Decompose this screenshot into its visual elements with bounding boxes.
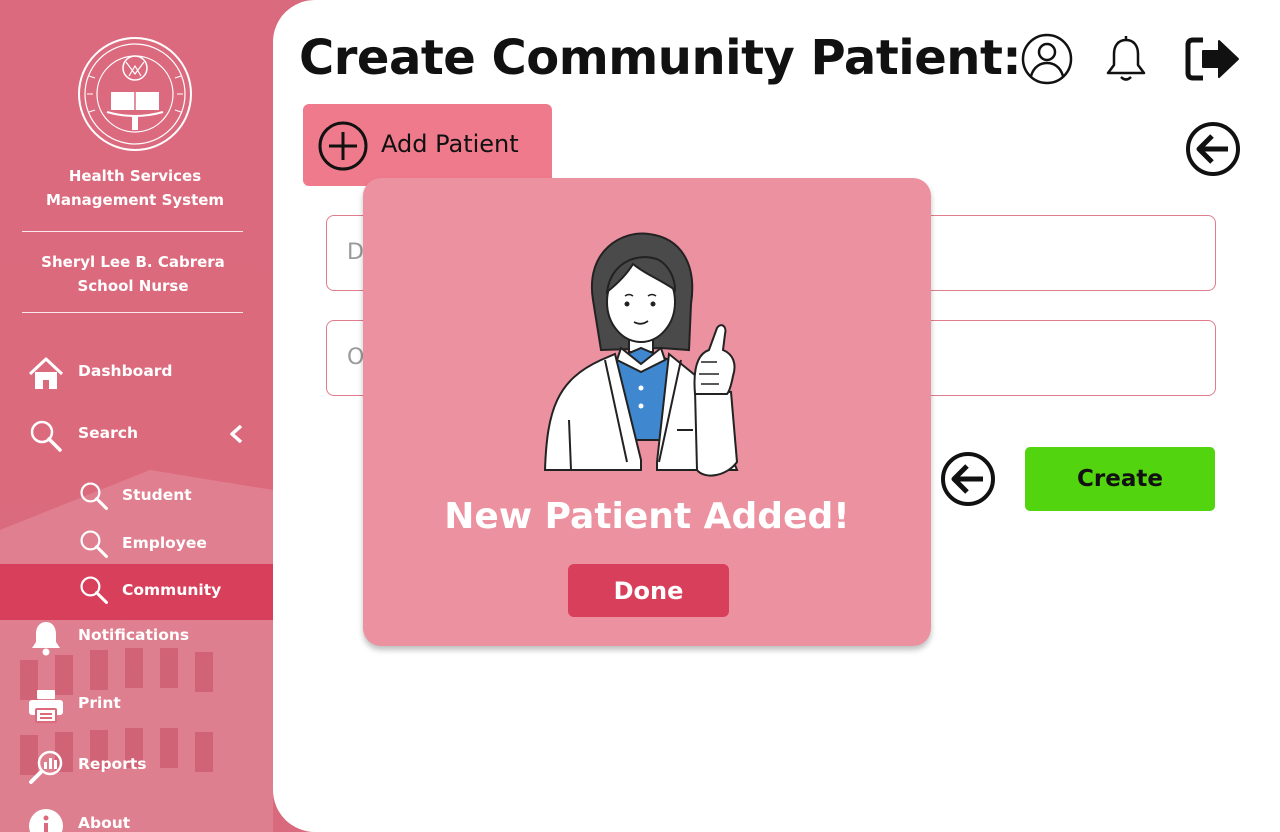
sidebar-item-community[interactable]: Community	[0, 564, 273, 620]
success-modal: New Patient Added! Done	[363, 178, 931, 646]
tab-label: Add Patient	[381, 130, 519, 158]
sidebar-item-about[interactable]: About	[0, 802, 273, 832]
sidebar-item-employee[interactable]: Employee	[0, 522, 273, 566]
printer-icon	[29, 690, 63, 723]
search-icon	[80, 530, 108, 558]
profile-icon[interactable]	[1020, 32, 1074, 86]
search-icon	[80, 482, 108, 510]
tab-add-patient[interactable]: Add Patient	[303, 104, 552, 186]
sidebar-item-search[interactable]: Search	[0, 412, 273, 456]
sidebar-item-label: Dashboard	[78, 362, 173, 380]
sidebar-item-notifications[interactable]: Notifications	[0, 614, 273, 658]
home-icon	[28, 357, 64, 389]
system-name-line2: Management System	[45, 191, 225, 209]
sidebar-item-reports[interactable]: Reports	[0, 743, 273, 787]
reports-icon	[29, 750, 63, 784]
success-message: New Patient Added!	[444, 496, 850, 537]
sidebar-item-label: Reports	[78, 755, 147, 773]
sidebar-item-label: Student	[122, 486, 192, 504]
sidebar-item-dashboard[interactable]: Dashboard	[0, 350, 273, 394]
logout-icon[interactable]	[1185, 32, 1241, 86]
sidebar-item-print[interactable]: Print	[0, 682, 273, 726]
back-arrow-icon[interactable]	[940, 451, 996, 507]
sidebar-item-label: Notifications	[78, 626, 190, 644]
plus-circle-icon	[318, 121, 368, 171]
sidebar-item-label: Print	[78, 694, 121, 712]
user-info: Sheryl Lee B. Cabrera School Nurse	[0, 250, 266, 298]
sidebar: Health Services Management System Sheryl…	[0, 0, 273, 832]
sidebar-item-student[interactable]: Student	[0, 474, 273, 518]
divider	[22, 231, 243, 232]
page-title: Create Community Patient:	[299, 30, 1022, 86]
user-role: School Nurse	[77, 277, 189, 295]
sidebar-item-label: Search	[78, 424, 139, 442]
create-button[interactable]: Create	[1025, 447, 1215, 511]
done-button[interactable]: Done	[568, 564, 729, 617]
sidebar-item-label: About	[78, 814, 131, 832]
back-arrow-icon[interactable]	[1185, 121, 1241, 177]
system-name: Health Services Management System	[0, 164, 270, 212]
chevron-left-icon[interactable]	[227, 424, 247, 444]
field-placeholder: D	[347, 240, 364, 265]
nurse-thumbs-up-illustration	[543, 232, 739, 477]
divider	[22, 312, 243, 313]
search-icon	[80, 576, 108, 604]
university-seal-icon	[78, 37, 192, 151]
bell-icon[interactable]	[1100, 32, 1152, 86]
field-placeholder: O	[347, 345, 365, 370]
sidebar-item-label: Community	[122, 581, 222, 599]
search-icon	[30, 420, 62, 452]
sidebar-item-label: Employee	[122, 534, 207, 552]
info-icon	[29, 809, 63, 832]
system-name-line1: Health Services	[68, 167, 202, 185]
user-name: Sheryl Lee B. Cabrera	[41, 253, 225, 271]
bell-icon	[32, 622, 60, 656]
